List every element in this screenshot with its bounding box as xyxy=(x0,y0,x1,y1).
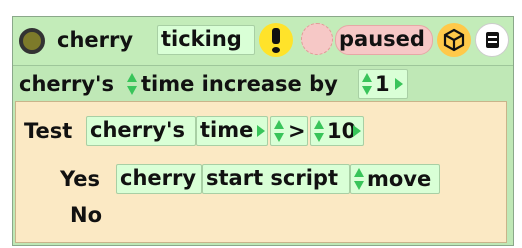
yes-player-tile[interactable]: cherry xyxy=(116,164,202,194)
up-down-arrow-icon[interactable] xyxy=(273,119,285,143)
up-down-arrow-icon[interactable] xyxy=(313,119,325,143)
cube-icon[interactable] xyxy=(437,23,471,57)
menu-icon[interactable] xyxy=(475,23,509,57)
increase-action[interactable]: time increase by xyxy=(141,71,338,97)
yes-label: Yes xyxy=(60,167,101,191)
increase-owner[interactable]: cherry's xyxy=(19,71,114,97)
increase-amount-field[interactable]: 1 xyxy=(358,69,408,99)
test-compare-value: 10 xyxy=(327,119,357,143)
clock-icon[interactable] xyxy=(301,23,333,55)
up-down-arrow-icon[interactable] xyxy=(126,72,138,96)
test-label: Test xyxy=(24,119,73,143)
increase-amount: 1 xyxy=(375,72,390,96)
player-name[interactable]: cherry xyxy=(57,27,133,53)
test-block: Test cherry's time > 10 Yes cherry start… xyxy=(15,101,507,243)
test-slot-tile[interactable]: time xyxy=(196,116,268,146)
up-down-arrow-icon[interactable] xyxy=(353,167,365,191)
test-value-tile[interactable]: 10 xyxy=(310,116,364,146)
test-slot: time xyxy=(200,118,254,142)
yes-command-tile[interactable]: start script xyxy=(202,164,350,194)
test-operator-tile[interactable]: > xyxy=(270,116,308,146)
no-label: No xyxy=(70,203,103,227)
right-arrow-icon[interactable] xyxy=(353,125,361,137)
right-arrow-icon[interactable] xyxy=(257,125,265,137)
test-operator: > xyxy=(288,119,306,143)
paused-badge[interactable]: paused xyxy=(335,25,433,55)
up-down-arrow-icon[interactable] xyxy=(361,72,373,96)
yes-script-tile[interactable]: move xyxy=(350,164,440,194)
circle-menu-icon[interactable] xyxy=(19,28,45,54)
exclamation-icon[interactable] xyxy=(259,23,293,57)
status-toggle-button[interactable]: ticking xyxy=(157,25,255,55)
right-arrow-icon[interactable] xyxy=(395,78,403,90)
yes-script-name: move xyxy=(367,167,432,191)
test-owner-tile[interactable]: cherry's xyxy=(86,116,196,146)
script-editor: cherry ticking paused cherry's time incr xyxy=(12,16,514,246)
script-header: cherry ticking paused xyxy=(13,17,513,66)
